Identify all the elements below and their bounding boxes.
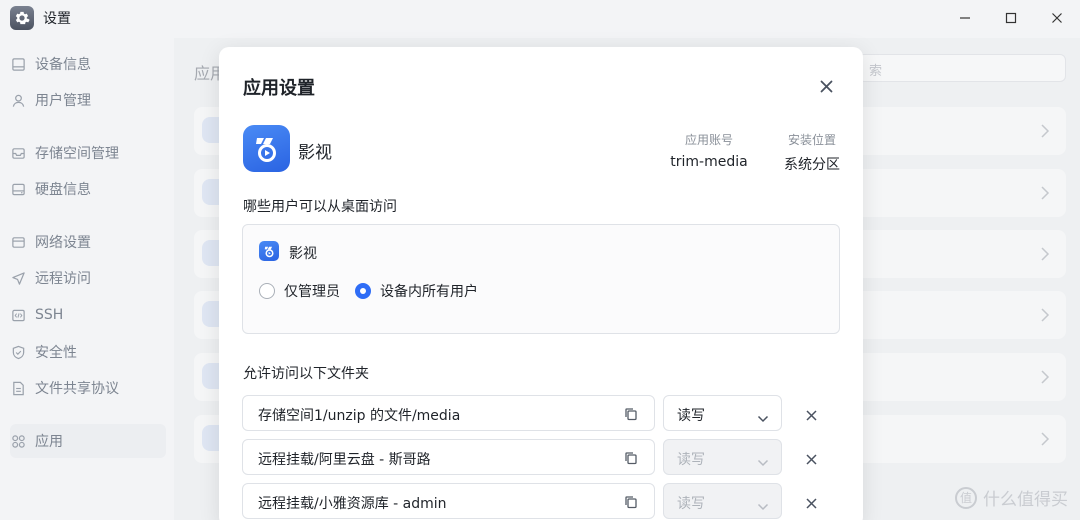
user-icon	[10, 92, 26, 108]
remove-folder-button[interactable]	[806, 406, 820, 421]
window-title: 设置	[43, 11, 71, 27]
sidebar-item-label: 用户管理	[35, 93, 91, 109]
file-icon	[10, 380, 26, 396]
sidebar-item-device-info[interactable]: 设备信息	[10, 47, 166, 81]
chevron-down-icon	[757, 497, 769, 511]
app-settings-dialog: 应用设置 影视 应用账号 trim-media 安装位置 系统分区 哪些用户可以…	[219, 47, 863, 520]
video-app-icon	[243, 125, 290, 172]
network-icon	[10, 234, 26, 250]
desktop-access-box: 影视 仅管理员 设备内所有用户	[242, 224, 840, 334]
permission-select[interactable]: 读写	[663, 483, 782, 519]
sidebar: 设备信息 用户管理 存储空间管理 硬盘信息 网络设置 远程访问 SSH 安全性 …	[0, 38, 174, 520]
dialog-title: 应用设置	[243, 78, 315, 99]
sidebar-item-network[interactable]: 网络设置	[10, 225, 166, 259]
chevron-right-icon	[1040, 307, 1050, 323]
folder-row: 存储空间1/unzip 的文件/media 读写	[242, 395, 842, 431]
maximize-button[interactable]	[988, 0, 1034, 36]
sidebar-item-disk-info[interactable]: 硬盘信息	[10, 172, 166, 206]
sidebar-item-apps[interactable]: 应用	[10, 424, 166, 458]
chevron-right-icon	[1040, 369, 1050, 385]
desktop-access-label: 哪些用户可以从桌面访问	[243, 199, 397, 215]
chevron-right-icon	[1040, 123, 1050, 139]
radio-admin-only[interactable]: 仅管理员	[259, 281, 340, 301]
permission-select[interactable]: 读写	[663, 395, 782, 431]
sidebar-item-security[interactable]: 安全性	[10, 335, 166, 369]
sidebar-item-label: 文件共享协议	[35, 381, 119, 397]
sidebar-item-label: 存储空间管理	[35, 146, 119, 162]
sidebar-item-label: 设备信息	[35, 57, 91, 73]
chevron-right-icon	[1040, 246, 1050, 262]
install-location: 安装位置 系统分区	[779, 131, 845, 174]
permission-select[interactable]: 读写	[663, 439, 782, 475]
install-location-label: 安装位置	[787, 133, 836, 147]
remove-folder-button[interactable]	[806, 450, 820, 465]
folder-row: 远程挂载/小雅资源库 - admin 读写	[242, 483, 842, 519]
remove-folder-button[interactable]	[806, 494, 820, 509]
close-icon	[806, 454, 817, 465]
folder-access-label: 允许访问以下文件夹	[243, 366, 369, 382]
sidebar-item-label: 安全性	[35, 345, 77, 361]
video-app-icon	[259, 241, 279, 261]
apps-icon	[10, 433, 26, 449]
access-app-name: 影视	[289, 246, 317, 262]
radio-button[interactable]	[355, 283, 371, 299]
sidebar-item-remote-access[interactable]: 远程访问	[10, 261, 166, 295]
sidebar-item-label: 网络设置	[35, 235, 91, 251]
watermark-logo-icon: 值	[955, 486, 977, 509]
send-icon	[10, 270, 26, 286]
watermark-text: 什么值得买	[983, 490, 1068, 510]
shield-icon	[10, 344, 26, 360]
close-icon	[1052, 13, 1062, 23]
sidebar-item-label: 硬盘信息	[35, 182, 91, 198]
sidebar-item-user-management[interactable]: 用户管理	[10, 83, 166, 117]
chevron-right-icon	[1040, 185, 1050, 201]
radio-label: 仅管理员	[284, 284, 340, 300]
minimize-icon	[960, 17, 970, 19]
app-name: 影视	[298, 143, 332, 163]
copy-icon[interactable]	[624, 494, 638, 509]
radio-button[interactable]	[259, 283, 275, 299]
close-icon	[806, 410, 817, 421]
dialog-close-button[interactable]	[817, 77, 835, 95]
chevron-right-icon	[1040, 431, 1050, 447]
minimize-button[interactable]	[942, 0, 988, 36]
install-location-value: 系统分区	[784, 157, 840, 173]
code-icon	[10, 307, 26, 323]
copy-icon[interactable]	[624, 406, 638, 421]
chevron-down-icon	[757, 453, 769, 467]
maximize-icon	[1005, 12, 1017, 24]
storage-icon	[10, 145, 26, 161]
window-close-button[interactable]	[1034, 0, 1080, 36]
copy-icon[interactable]	[624, 450, 638, 465]
chevron-down-icon	[757, 409, 769, 423]
folder-path-field[interactable]: 远程挂载/小雅资源库 - admin	[242, 483, 655, 519]
sidebar-item-ssh[interactable]: SSH	[10, 298, 166, 332]
close-icon	[806, 498, 817, 509]
sidebar-item-label: 远程访问	[35, 271, 91, 287]
radio-label: 设备内所有用户	[380, 284, 478, 300]
sidebar-item-label: 应用	[35, 434, 63, 450]
sidebar-item-label: SSH	[35, 307, 64, 323]
close-icon	[820, 80, 832, 92]
sidebar-item-file-sharing[interactable]: 文件共享协议	[10, 371, 166, 405]
app-account-value: trim-media	[670, 154, 748, 170]
disk-icon	[10, 181, 26, 197]
watermark: 值 什么值得买	[955, 485, 1068, 510]
folder-path-field[interactable]: 远程挂载/阿里云盘 - 斯哥路	[242, 439, 655, 475]
folder-row: 远程挂载/阿里云盘 - 斯哥路 读写	[242, 439, 842, 475]
search-input[interactable]: 索	[858, 54, 1066, 82]
gear-icon	[10, 6, 34, 30]
app-account-label: 应用账号	[684, 133, 733, 147]
sidebar-item-storage[interactable]: 存储空间管理	[10, 136, 166, 170]
device-icon	[10, 56, 26, 72]
radio-all-users[interactable]: 设备内所有用户	[355, 281, 478, 301]
title-bar: 设置	[0, 0, 1080, 36]
folder-path-field[interactable]: 存储空间1/unzip 的文件/media	[242, 395, 655, 431]
app-account: 应用账号 trim-media	[659, 131, 759, 170]
